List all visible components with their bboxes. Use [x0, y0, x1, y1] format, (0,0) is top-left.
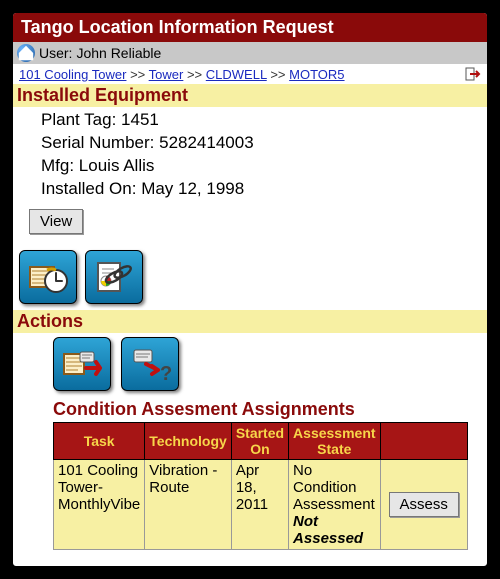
user-label: User:: [39, 45, 72, 61]
cell-task: 101 Cooling Tower-MonthlyVibe: [54, 459, 145, 549]
table-row: 101 Cooling Tower-MonthlyVibe Vibration …: [54, 459, 468, 549]
submit-action-icon[interactable]: [53, 337, 111, 391]
installed-equipment-heading: Installed Equipment: [13, 84, 487, 107]
plant-tag-value: 1451: [121, 110, 159, 129]
plant-tag-label: Plant Tag:: [41, 110, 116, 129]
actions-toolbar: ?: [13, 333, 487, 399]
breadcrumb-link-1[interactable]: Tower: [149, 67, 184, 82]
equipment-details: Plant Tag: 1451 Serial Number: 528241400…: [13, 107, 487, 203]
installed-on-label: Installed On:: [41, 179, 136, 198]
breadcrumb-chain: 101 Cooling Tower >> Tower >> CLDWELL >>…: [19, 67, 461, 82]
actions-heading: Actions: [13, 310, 487, 333]
table-header-row: Task Technology Started On Assessment St…: [54, 422, 468, 459]
col-assessment-state: Assessment State: [289, 422, 381, 459]
installed-on-row: Installed On: May 12, 1998: [41, 178, 483, 201]
report-link-icon[interactable]: [85, 250, 143, 304]
page-title: Tango Location Information Request: [21, 17, 334, 37]
col-action: [380, 422, 467, 459]
breadcrumb-link-0[interactable]: 101 Cooling Tower: [19, 67, 126, 82]
state-text: No Condition Assessment: [293, 462, 375, 513]
equipment-toolbar: [13, 244, 487, 310]
assignments-heading: Condition Assesment Assignments: [13, 399, 487, 422]
breadcrumb-sep: >>: [270, 67, 285, 82]
user-name: John Reliable: [76, 45, 161, 61]
cell-assess: Assess: [380, 459, 467, 549]
app-frame: Tango Location Information Request User:…: [10, 10, 490, 569]
title-bar: Tango Location Information Request: [13, 13, 487, 42]
serial-row: Serial Number: 5282414003: [41, 132, 483, 155]
col-started-on: Started On: [231, 422, 288, 459]
plant-tag-row: Plant Tag: 1451: [41, 109, 483, 132]
breadcrumb-sep: >>: [187, 67, 202, 82]
breadcrumb-link-3[interactable]: MOTOR5: [289, 67, 344, 82]
exit-icon[interactable]: [465, 66, 481, 82]
state-not-assessed: Not Assessed: [293, 513, 363, 547]
cell-started-on: Apr 18, 2011: [231, 459, 288, 549]
home-icon[interactable]: [17, 44, 35, 62]
mfg-row: Mfg: Louis Allis: [41, 155, 483, 178]
col-task: Task: [54, 422, 145, 459]
mfg-value: Louis Allis: [79, 156, 155, 175]
bottom-padding: [13, 550, 487, 566]
cell-assessment-state: No Condition Assessment Not Assessed: [289, 459, 381, 549]
cell-technology: Vibration - Route: [145, 459, 232, 549]
assess-button[interactable]: Assess: [389, 492, 459, 517]
action-help-icon[interactable]: ?: [121, 337, 179, 391]
serial-label: Serial Number:: [41, 133, 154, 152]
assignments-table: Task Technology Started On Assessment St…: [53, 422, 468, 550]
breadcrumb: 101 Cooling Tower >> Tower >> CLDWELL >>…: [13, 64, 487, 84]
mfg-label: Mfg:: [41, 156, 74, 175]
svg-text:?: ?: [160, 363, 172, 385]
view-button[interactable]: View: [29, 209, 83, 234]
breadcrumb-link-2[interactable]: CLDWELL: [206, 67, 267, 82]
breadcrumb-sep: >>: [130, 67, 145, 82]
col-technology: Technology: [145, 422, 232, 459]
installed-on-value: May 12, 1998: [141, 179, 244, 198]
history-clock-icon[interactable]: [19, 250, 77, 304]
serial-value: 5282414003: [159, 133, 254, 152]
user-bar: User: John Reliable: [13, 42, 487, 64]
